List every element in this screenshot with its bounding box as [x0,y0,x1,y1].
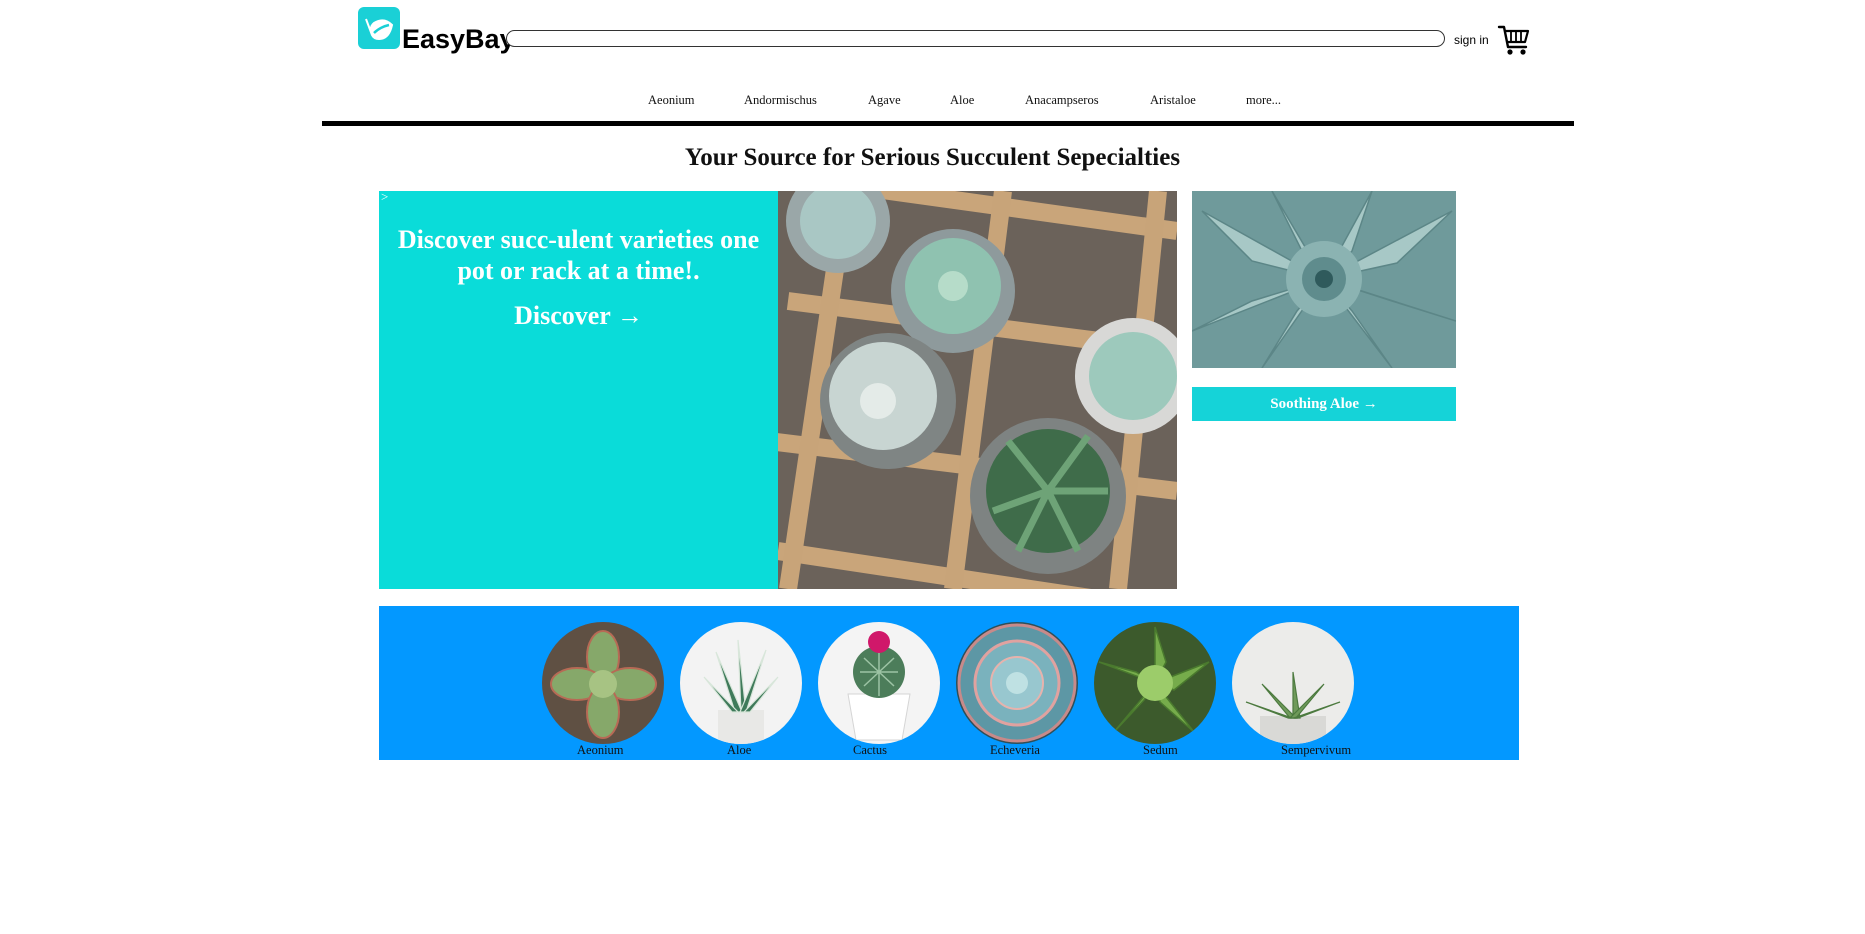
nav-link-aloe[interactable]: Aloe [950,93,974,108]
hero-succulent-crate-image [778,191,1177,589]
sign-in-link[interactable]: sign in [1454,33,1489,47]
category-cactus-image[interactable] [818,622,940,744]
soothing-aloe-button[interactable]: Soothing Aloe → [1192,387,1456,421]
category-nav: Aeonium Andormischus Agave Aloe Anacamps… [0,93,1865,111]
carousel-next-arrow[interactable]: > [381,189,388,205]
category-label-sedum[interactable]: Sedum [1143,743,1178,758]
nav-link-agave[interactable]: Agave [868,93,901,108]
nav-link-aristaloe[interactable]: Aristaloe [1150,93,1196,108]
leaf-logo-icon [358,7,400,49]
category-sempervivum-image[interactable] [1232,622,1354,744]
brand-logo[interactable]: EasyBay [358,7,515,53]
discover-link[interactable]: Discover → [379,301,778,331]
header-divider [322,121,1574,126]
category-echeveria-image[interactable] [956,622,1078,744]
category-sedum-image[interactable] [1094,622,1216,744]
category-label-sempervivum[interactable]: Sempervivum [1281,743,1351,758]
brand-name: EasyBay [402,24,515,54]
category-aeonium-image[interactable] [542,622,664,744]
category-aloe-image[interactable] [680,622,802,744]
shopping-cart-icon[interactable] [1497,23,1531,62]
category-label-echeveria[interactable]: Echeveria [990,743,1040,758]
agave-closeup-image [1192,191,1456,368]
nav-link-anacampseros[interactable]: Anacampseros [1025,93,1099,108]
hero-text: Discover succ-ulent varieties one pot or… [397,225,760,285]
nav-link-more[interactable]: more... [1246,93,1281,108]
nav-link-andormischus[interactable]: Andormischus [744,93,817,108]
category-label-aeonium[interactable]: Aeonium [577,743,624,758]
search-input[interactable] [506,30,1445,47]
category-label-cactus[interactable]: Cactus [853,743,887,758]
category-label-aloe[interactable]: Aloe [727,743,751,758]
nav-link-aeonium[interactable]: Aeonium [648,93,695,108]
page-headline: Your Source for Serious Succulent Sepeci… [684,144,1181,171]
hero-promo-panel: > Discover succ-ulent varieties one pot … [379,189,778,589]
